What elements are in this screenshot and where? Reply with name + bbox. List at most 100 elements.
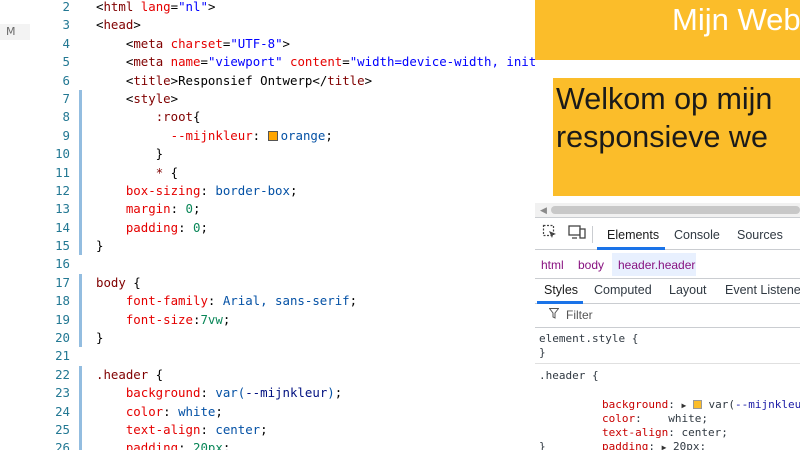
code-text: font-size:7vw;	[125, 311, 231, 327]
tab-elements[interactable]: Elements	[607, 228, 659, 242]
styles-subtabs: Styles Computed Layout Event Listeners	[535, 279, 800, 304]
site-title: Mijn Web	[672, 2, 800, 37]
modified-line-marker	[79, 181, 82, 201]
modified-line-marker	[79, 384, 82, 403]
line-number: 7	[62, 90, 70, 106]
modified-line-marker	[79, 200, 82, 219]
breadcrumb-body[interactable]: body	[578, 258, 604, 272]
code-text: margin: 0;	[125, 201, 201, 217]
code-text: text-align: center;	[125, 421, 268, 437]
expand-arrow-icon: ▶	[661, 443, 667, 450]
line-number: 22	[55, 366, 70, 382]
code-text: .header {	[96, 366, 164, 382]
line-number: 10	[55, 146, 70, 162]
code-text: font-family: Arial, sans-serif;	[125, 293, 358, 309]
code-text: }	[96, 238, 104, 254]
modified-line-marker	[79, 237, 82, 256]
modified-line-marker	[79, 126, 82, 146]
dom-breadcrumb: html body header.header	[535, 250, 800, 279]
scroll-left-icon[interactable]: ◀	[540, 205, 547, 216]
line-number: 20	[55, 330, 70, 346]
modified-line-marker	[79, 439, 82, 450]
toolbar-divider	[592, 226, 593, 243]
subtab-layout[interactable]: Layout	[669, 283, 707, 297]
rule-separator	[535, 363, 800, 364]
code-text: background: var(--mijnkleur);	[125, 385, 343, 401]
line-number: 13	[55, 201, 70, 217]
element-style-selector[interactable]: element.style {	[539, 332, 638, 346]
git-modified-badge: M	[0, 24, 30, 40]
hero-section: Welkom op mijn responsieve we	[535, 60, 800, 205]
filter-icon	[548, 308, 560, 322]
code-text: <meta charset="UTF-8">	[96, 35, 290, 51]
breadcrumb-html[interactable]: html	[541, 258, 564, 272]
modified-line-marker	[79, 329, 82, 348]
code-text: }	[96, 330, 104, 346]
modified-line-marker	[79, 420, 82, 440]
styles-pane: element.style { } .header { background: …	[535, 328, 800, 450]
line-number: 12	[55, 182, 70, 198]
rule-prop-padding[interactable]: padding: ▶ 20px;	[549, 426, 706, 450]
code-text: <html lang="nl">	[96, 0, 216, 14]
code-editor[interactable]: M 2 <html lang="nl"> 3 <head> 4 <meta charse…	[0, 0, 535, 450]
modified-line-marker	[79, 108, 82, 127]
header-rule-selector[interactable]: .header {	[539, 369, 599, 383]
modified-line-marker	[79, 365, 82, 385]
hero-line-1: Welkom op mijn	[556, 82, 773, 116]
line-number: 3	[62, 17, 70, 33]
line-number: 4	[62, 35, 70, 51]
line-number: 26	[55, 440, 70, 450]
breadcrumb-header[interactable]: header.header	[618, 258, 695, 272]
line-number: 16	[55, 256, 70, 272]
filter-input[interactable]: Filter	[566, 308, 593, 322]
devtools-toolbar: Elements Console Sources	[535, 218, 800, 250]
modified-line-marker	[79, 292, 82, 311]
code-text: <head>	[96, 17, 141, 33]
code-text: <meta name="viewport" content="width=dev…	[96, 54, 535, 70]
code-text: padding: 20px;	[125, 440, 231, 450]
subtab-styles[interactable]: Styles	[544, 283, 578, 297]
code-text: }	[96, 146, 164, 162]
code-text: * {	[155, 164, 179, 180]
line-number: 5	[62, 54, 70, 70]
horizontal-scrollbar[interactable]: ◀	[535, 203, 800, 217]
device-toolbar-icon[interactable]	[568, 224, 586, 243]
header-rule-close: }	[539, 440, 546, 450]
line-number: 24	[55, 403, 70, 419]
line-number: 19	[55, 311, 70, 327]
subtab-event-listeners[interactable]: Event Listeners	[725, 283, 800, 297]
code-text: box-sizing: border-box;	[125, 182, 298, 198]
tab-sources[interactable]: Sources	[737, 228, 783, 242]
modified-line-marker	[79, 310, 82, 330]
line-number: 6	[62, 72, 70, 88]
line-number: 21	[55, 348, 70, 364]
line-number: 18	[55, 293, 70, 309]
modified-line-marker	[79, 273, 82, 293]
modified-line-marker	[79, 163, 82, 182]
code-text: <style>	[96, 90, 179, 106]
hero-text: Welkom op mijn responsieve we	[556, 80, 800, 156]
modified-line-marker	[79, 89, 82, 109]
code-text: padding: 0;	[125, 219, 208, 235]
line-number: 17	[55, 274, 70, 290]
subtab-computed[interactable]: Computed	[594, 283, 652, 297]
site-header: Mijn Web	[535, 0, 800, 60]
line-number: 9	[62, 127, 70, 143]
code-text: --mijnkleur: orange;	[170, 127, 333, 143]
tab-console[interactable]: Console	[674, 228, 720, 242]
line-number: 25	[55, 421, 70, 437]
code-text: body {	[96, 274, 141, 290]
line-number: 23	[55, 385, 70, 401]
modified-line-marker	[79, 145, 82, 164]
color-swatch-icon[interactable]	[267, 130, 278, 141]
code-text: <title>Responsief Ontwerp</title>	[96, 72, 373, 88]
scrollbar-thumb[interactable]	[551, 206, 800, 214]
line-number: 2	[62, 0, 70, 14]
inspect-element-icon[interactable]	[542, 224, 558, 243]
modified-line-marker	[79, 402, 82, 421]
line-number: 11	[55, 164, 70, 180]
modified-line-marker	[79, 218, 82, 238]
styles-filter-bar[interactable]: Filter	[535, 304, 800, 328]
code-text: color: white;	[125, 403, 223, 419]
editor-status-gutter: M	[0, 0, 35, 450]
